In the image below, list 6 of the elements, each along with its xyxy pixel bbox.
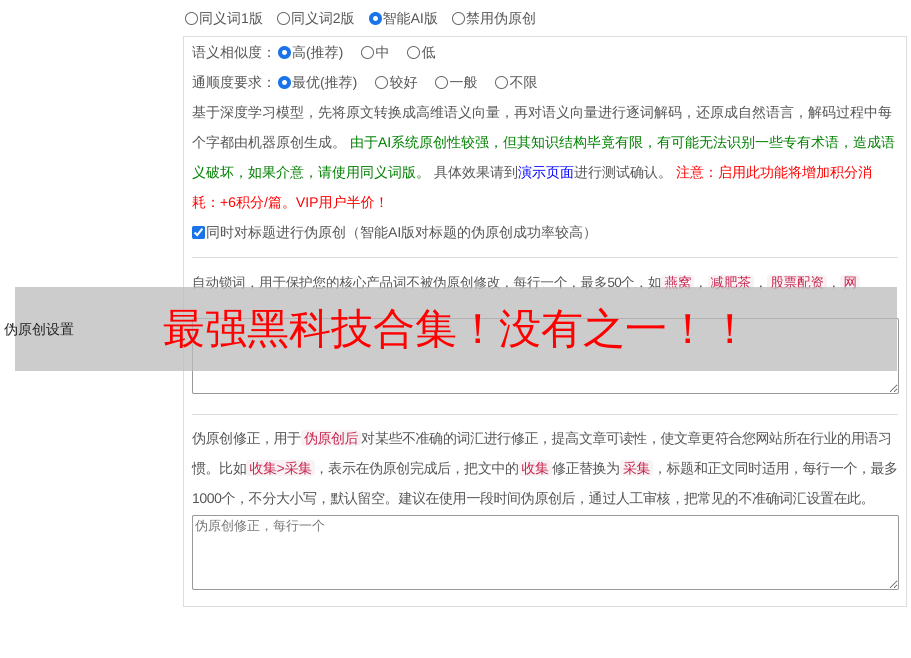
banner-text: 最强黑科技合集！没有之一！！ — [163, 308, 751, 350]
correction-text: 伪原创修正，用于 伪原创后 对某些不准确的词汇进行修正，提高文章可读性，使文章更符合您网站所在行业的用语习惯。比如 收集>采集 ，表示在伪原创完成后，把文中的 收集 修正替换为 采集 ，标题和正文同时适用，每行一个，最多1000个，不分大小写，默认留空。建议在使用一段时间伪原创后，通过人工审核，把常见的不准确词汇设置在此。 — [192, 429, 898, 508]
option-label: 通顺度要求： — [192, 72, 276, 92]
option-label: 语义相似度： — [192, 42, 276, 62]
description-text: 基于深度学习模型，先将原文转换成高维语义向量，再对语义向量进行逐词解码，还原成自然语言，解码过程中每个字都由机器原创生成。 由于AI系统原创性较强，但其知识结构毕竟有限，有可能无法识别一些专有术语，造成语义破坏，如果介意，请使用同义词版。 具体效果请到演示页面进行测试确认。 注意：启用此功能将增加积分消耗：+6积分/篇。VIP用户半价！ — [192, 103, 896, 212]
section-label: 伪原创设置 — [4, 320, 74, 338]
